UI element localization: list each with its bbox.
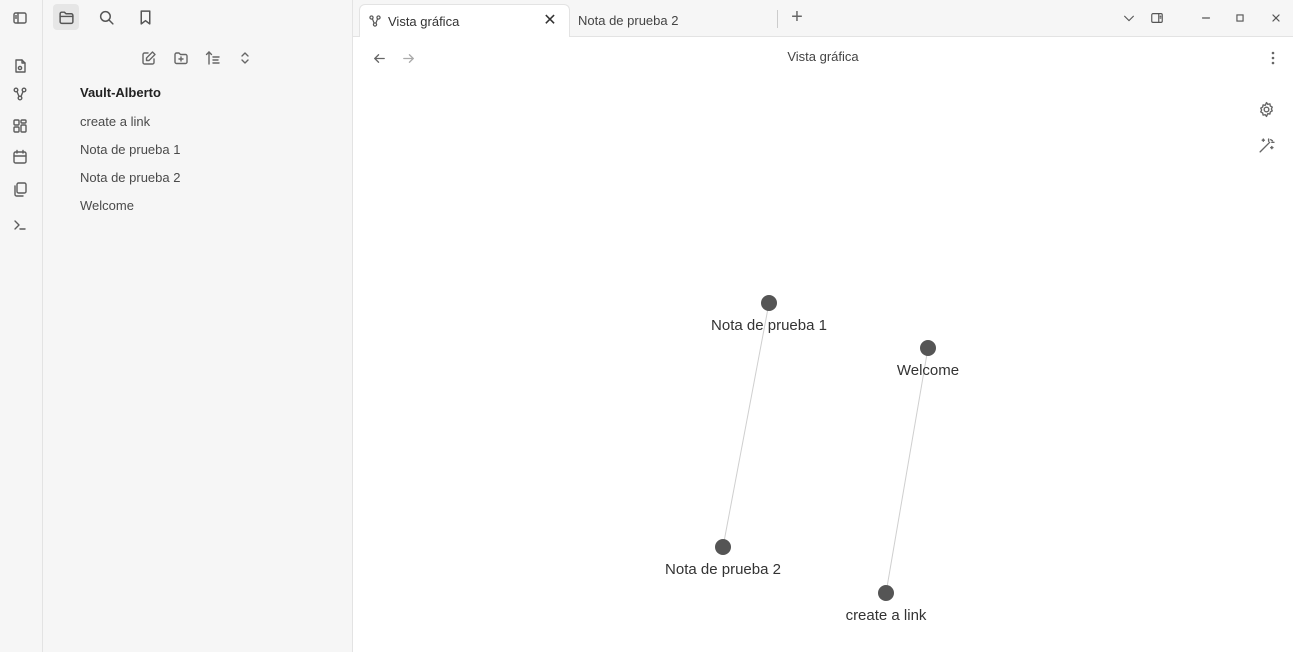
file-item-welcome[interactable]: Welcome: [80, 197, 180, 225]
graph-node[interactable]: [761, 295, 777, 311]
graph-canvas[interactable]: Nota de prueba 1 Welcome Nota de prueba …: [353, 76, 1293, 652]
toggle-sidebar-icon[interactable]: [7, 5, 33, 31]
left-ribbon: [0, 0, 43, 652]
templates-copy-icon[interactable]: [7, 176, 33, 202]
tab-divider: [777, 10, 778, 28]
tab-list-chevron-down-icon[interactable]: [1116, 6, 1142, 30]
graph-node[interactable]: [715, 539, 731, 555]
view-title: Vista gráfica: [787, 49, 859, 64]
file-item-nota-de-prueba-1[interactable]: Nota de prueba 1: [80, 141, 180, 169]
minimize-window-icon[interactable]: [1193, 6, 1219, 30]
graph-node-label[interactable]: Welcome: [897, 362, 959, 379]
graph-node-label[interactable]: Nota de prueba 2: [665, 561, 781, 578]
graph-node-label[interactable]: create a link: [846, 607, 927, 624]
tab-label: Vista gráfica: [388, 13, 460, 29]
bookmarks-tab-icon[interactable]: [132, 4, 158, 30]
search-tab-icon[interactable]: [93, 4, 119, 30]
new-folder-icon[interactable]: [169, 46, 193, 70]
tab-label: Nota de prueba 2: [578, 13, 679, 28]
tab-vista-grafica[interactable]: Vista gráfica ✕: [359, 4, 570, 37]
sidebar-tab-header: [43, 0, 353, 34]
canvas-icon[interactable]: [7, 113, 33, 139]
graph-node[interactable]: [878, 585, 894, 601]
graph-view-icon[interactable]: [7, 81, 33, 107]
tab-nota-de-prueba-2[interactable]: Nota de prueba 2: [570, 4, 775, 37]
graph-node[interactable]: [920, 340, 936, 356]
file-explorer-sidebar: Vault-Alberto create a link Nota de prue…: [43, 0, 353, 652]
new-note-icon[interactable]: [137, 46, 161, 70]
graph-edge: [722, 302, 770, 548]
file-item-create-a-link[interactable]: create a link: [80, 113, 180, 141]
more-options-icon[interactable]: [1263, 47, 1283, 69]
graph-svg[interactable]: [353, 76, 1293, 652]
close-window-icon[interactable]: [1263, 6, 1289, 30]
file-list: create a link Nota de prueba 1 Nota de p…: [80, 113, 180, 225]
files-tab-folder-icon[interactable]: [53, 4, 79, 30]
new-tab-plus-icon[interactable]: +: [785, 6, 809, 30]
file-explorer-actions: [43, 46, 353, 72]
file-item-nota-de-prueba-2[interactable]: Nota de prueba 2: [80, 169, 180, 197]
view-header: Vista gráfica: [353, 38, 1293, 76]
maximize-window-icon[interactable]: [1227, 6, 1253, 30]
tab-bar: Vista gráfica ✕ Nota de prueba 2 +: [353, 0, 1293, 37]
graph-settings-gear-icon[interactable]: [1255, 98, 1277, 120]
graph-edge: [885, 347, 929, 594]
open-quick-switcher-icon[interactable]: [7, 53, 33, 79]
daily-note-calendar-icon[interactable]: [7, 144, 33, 170]
expand-collapse-icon[interactable]: [233, 46, 257, 70]
close-tab-icon[interactable]: ✕: [541, 12, 559, 30]
toggle-right-sidebar-icon[interactable]: [1144, 6, 1170, 30]
graph-icon: [368, 11, 388, 31]
sort-order-icon[interactable]: [201, 46, 225, 70]
vault-name[interactable]: Vault-Alberto: [80, 85, 161, 100]
animate-magic-wand-icon[interactable]: [1255, 134, 1277, 156]
command-palette-icon[interactable]: [7, 212, 33, 238]
graph-node-label[interactable]: Nota de prueba 1: [711, 317, 827, 334]
